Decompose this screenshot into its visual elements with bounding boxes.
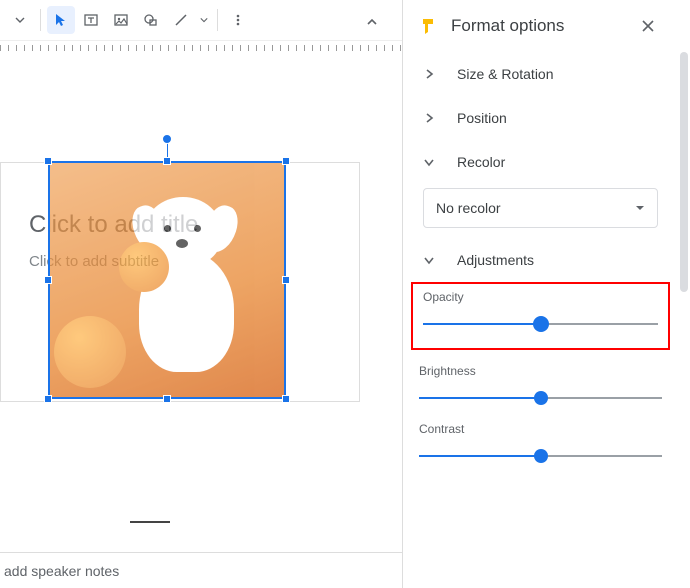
orange-illustration (54, 316, 126, 388)
orange-illustration (119, 242, 169, 292)
contrast-label: Contrast (419, 422, 662, 436)
shape-tool-icon[interactable] (137, 6, 165, 34)
resize-handle-n[interactable] (163, 157, 171, 165)
toolbar (0, 0, 402, 40)
speaker-notes[interactable]: add speaker notes (0, 552, 402, 588)
section-label: Position (457, 110, 507, 126)
close-icon[interactable] (634, 12, 662, 40)
resize-handle-se[interactable] (282, 395, 290, 403)
section-label: Adjustments (457, 252, 534, 268)
opacity-slider[interactable] (423, 314, 658, 334)
ruler (0, 40, 402, 52)
chevron-right-icon (423, 68, 439, 80)
brightness-slider[interactable] (419, 388, 662, 408)
selected-image[interactable] (49, 162, 285, 398)
panel-scrollbar[interactable] (680, 52, 688, 292)
dog-illustration (104, 197, 254, 387)
dropdown-small-icon[interactable] (6, 6, 34, 34)
separator (217, 9, 218, 31)
panel-header: Format options (403, 0, 678, 52)
recolor-select[interactable]: No recolor (423, 188, 658, 228)
opacity-label: Opacity (423, 290, 658, 304)
dropdown-small-icon[interactable] (197, 6, 211, 34)
format-options-panel: Format options Size & Rotation Position … (402, 0, 688, 588)
collapse-toolbar-icon[interactable] (358, 8, 386, 36)
dropdown-icon (635, 203, 645, 213)
section-recolor[interactable]: Recolor (403, 140, 678, 184)
resize-handle-w[interactable] (44, 276, 52, 284)
divider-line (130, 521, 170, 523)
resize-handle-e[interactable] (282, 276, 290, 284)
editor-area: Click to add title Click to add subtitle (0, 0, 402, 588)
panel-title: Format options (451, 16, 634, 36)
textbox-tool-icon[interactable] (77, 6, 105, 34)
opacity-highlight-box: Opacity (411, 282, 670, 350)
contrast-slider[interactable] (419, 446, 662, 466)
line-tool-icon[interactable] (167, 6, 195, 34)
section-size-rotation[interactable]: Size & Rotation (403, 52, 678, 96)
recolor-value: No recolor (436, 200, 501, 216)
rotation-handle[interactable] (162, 134, 172, 144)
separator (40, 9, 41, 31)
resize-handle-sw[interactable] (44, 395, 52, 403)
resize-handle-s[interactable] (163, 395, 171, 403)
brightness-label: Brightness (419, 364, 662, 378)
chevron-down-icon (423, 156, 439, 168)
image-content (49, 162, 285, 398)
chevron-right-icon (423, 112, 439, 124)
section-label: Size & Rotation (457, 66, 554, 82)
resize-handle-ne[interactable] (282, 157, 290, 165)
section-adjustments[interactable]: Adjustments (403, 238, 678, 282)
section-label: Recolor (457, 154, 505, 170)
slide-canvas[interactable]: Click to add title Click to add subtitle (0, 52, 402, 588)
format-options-icon (419, 16, 439, 36)
resize-handle-nw[interactable] (44, 157, 52, 165)
section-position[interactable]: Position (403, 96, 678, 140)
select-tool-icon[interactable] (47, 6, 75, 34)
image-tool-icon[interactable] (107, 6, 135, 34)
more-tools-icon[interactable] (224, 6, 252, 34)
chevron-down-icon (423, 254, 439, 266)
